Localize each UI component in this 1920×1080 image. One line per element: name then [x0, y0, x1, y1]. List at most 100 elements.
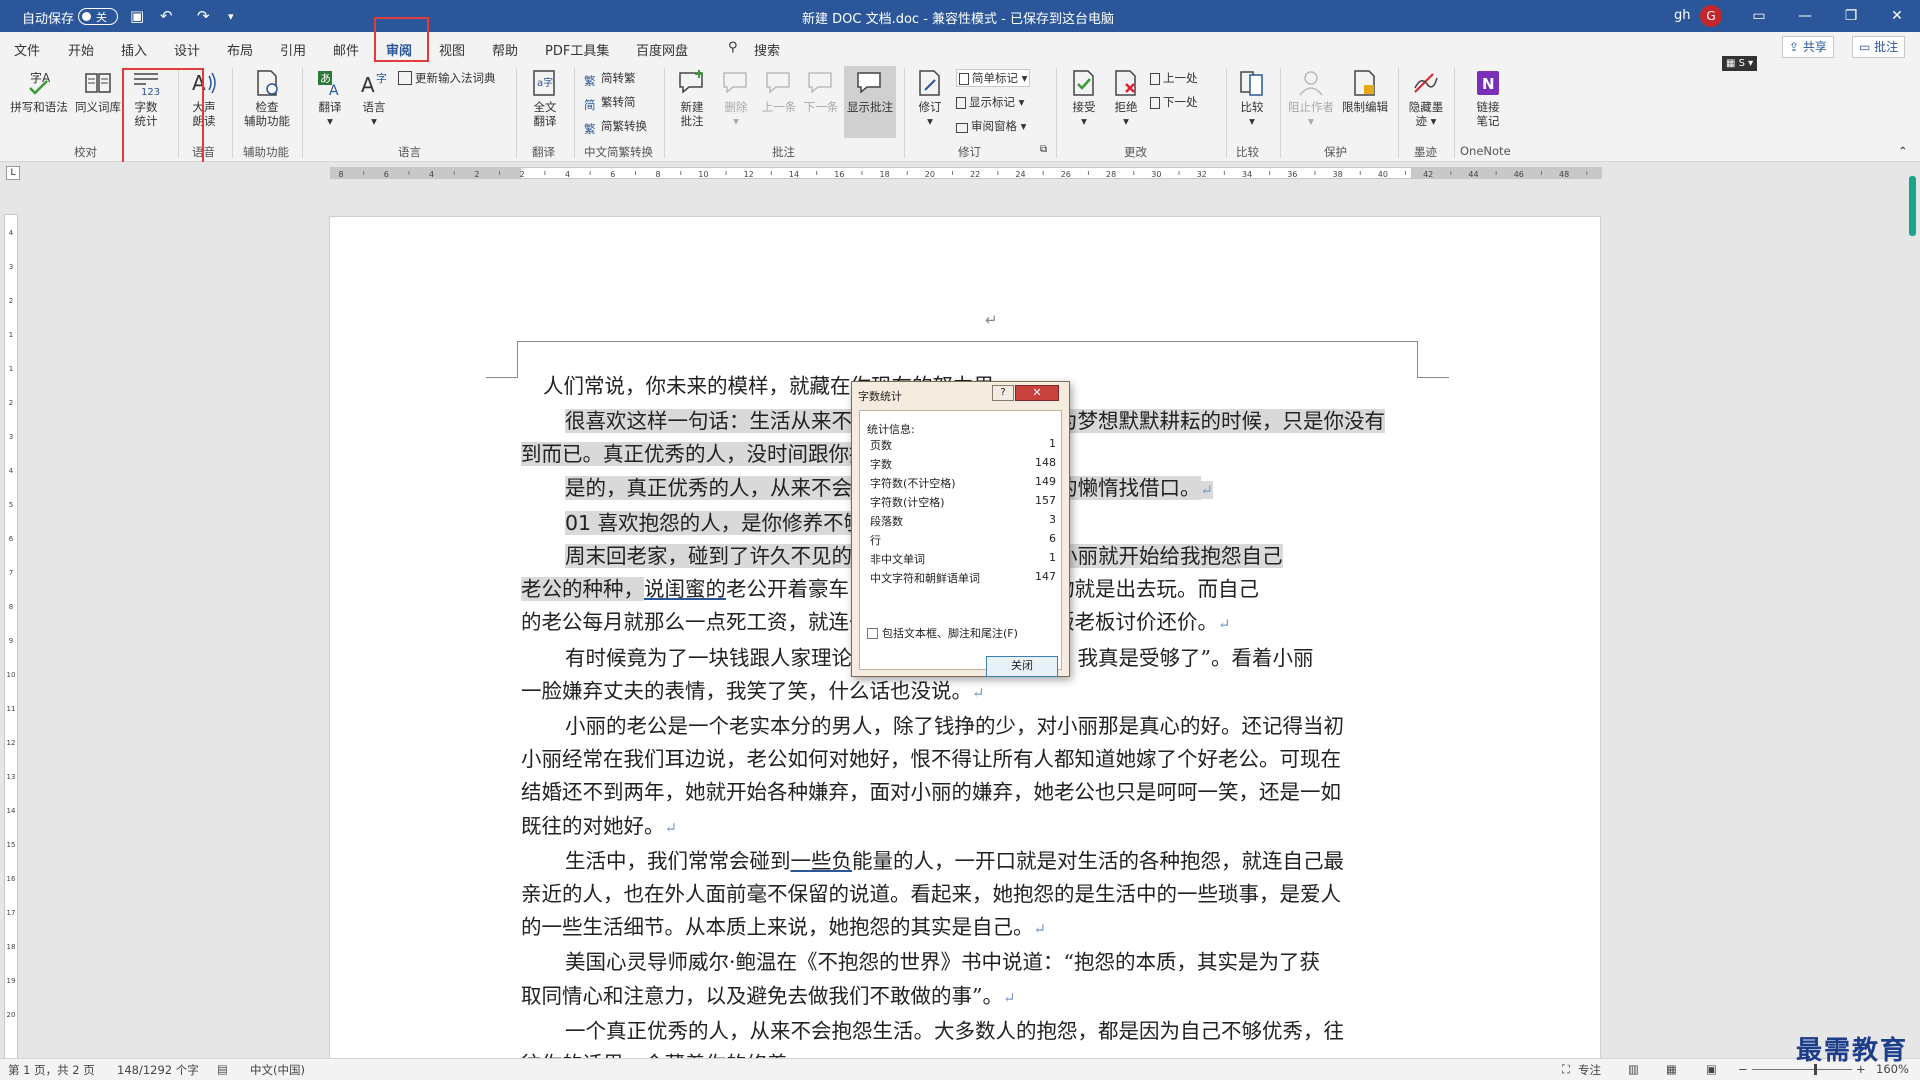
- tab-help[interactable]: 帮助: [492, 40, 518, 59]
- tab-design[interactable]: 设计: [174, 40, 200, 59]
- redo-icon[interactable]: ↷: [197, 7, 210, 25]
- avatar[interactable]: G: [1700, 5, 1722, 27]
- show-comments-button[interactable]: 显示批注: [844, 66, 896, 138]
- comments-label: 批注: [1874, 40, 1899, 54]
- compare-icon: [1240, 71, 1263, 96]
- tab-insert[interactable]: 插入: [121, 40, 147, 59]
- compare-button[interactable]: 比较 ▾: [1232, 68, 1272, 128]
- accept-icon: [1073, 70, 1094, 96]
- reject-button[interactable]: 拒绝 ▾: [1106, 68, 1146, 128]
- tab-file[interactable]: 文件: [14, 40, 40, 59]
- check-accessibility-button[interactable]: 检查 辅助功能: [238, 68, 296, 128]
- vertical-ruler-tick-label: 3: [9, 433, 13, 441]
- language-button[interactable]: A字 语言 ▾: [354, 68, 394, 128]
- previous-comment-button[interactable]: 上一条: [758, 68, 800, 114]
- comments-button[interactable]: ▭ 批注: [1852, 36, 1906, 58]
- hide-ink-button[interactable]: 隐藏墨 迹 ▾: [1404, 68, 1448, 128]
- linked-notes-button[interactable]: N 链接 笔记: [1466, 68, 1510, 128]
- save-icon[interactable]: ▣: [130, 7, 144, 25]
- group-onenote: OneNote: [1460, 144, 1511, 158]
- focus-icon[interactable]: ⛶: [1562, 1062, 1570, 1077]
- minimize-icon[interactable]: —: [1782, 0, 1828, 32]
- checkbox-box[interactable]: [867, 628, 878, 639]
- close-button[interactable]: 关闭: [986, 656, 1058, 677]
- vertical-ruler[interactable]: 4 3 2 1 1 2 3 4 5 6 7 8 9 10 11 12 13 14 15 16 17 18 19 20: [4, 214, 18, 1060]
- next-change-button[interactable]: 下一处: [1150, 94, 1198, 110]
- svg-text:a字: a字: [537, 76, 553, 89]
- close-window-icon[interactable]: ✕: [1874, 0, 1920, 32]
- vertical-scrollbar[interactable]: [1906, 176, 1920, 1058]
- customize-toolbar-icon[interactable]: ▾: [228, 10, 234, 23]
- ruler-tick-label: 40: [1378, 170, 1388, 178]
- horizontal-ruler[interactable]: L 8 6 4 2 2 4 6 8 10 12 14 16 18 20 22 24 26 28 30 32 34 36 38…: [0, 162, 1920, 184]
- group-separator: [232, 68, 233, 158]
- page-indicator[interactable]: 第 1 页，共 2 页: [8, 1062, 95, 1078]
- user-name[interactable]: gh: [1674, 8, 1691, 23]
- vertical-ruler-tick-label: 2: [9, 297, 13, 305]
- tracking-options-icon[interactable]: ⧉: [1040, 144, 1047, 155]
- help-button[interactable]: ?: [992, 385, 1014, 401]
- include-textboxes-checkbox[interactable]: 包括文本框、脚注和尾注(F): [867, 625, 1018, 641]
- ruler-tick-label: 44: [1468, 170, 1478, 178]
- focus-label[interactable]: 专注: [1578, 1062, 1601, 1078]
- stat-row: 非中文单词 1: [870, 551, 1056, 570]
- ribbon-display-icon[interactable]: ▭: [1736, 0, 1782, 32]
- search-label[interactable]: 搜索: [754, 40, 780, 59]
- translate-button[interactable]: あA 翻译 ▾: [310, 68, 350, 128]
- tab-layout[interactable]: 布局: [227, 40, 253, 59]
- to-traditional-button[interactable]: 繁简转繁: [584, 70, 636, 88]
- tab-pdf-tools[interactable]: PDF工具集: [545, 40, 609, 59]
- new-comment-button[interactable]: 新建 批注: [672, 68, 712, 128]
- ruler-tick-label: 32: [1197, 170, 1207, 178]
- scrollbar-thumb[interactable]: [1909, 176, 1916, 236]
- block-authors-button[interactable]: 阻止作者 ▾: [1284, 68, 1338, 128]
- ime-toolbar-icon[interactable]: ▦ S ▾: [1722, 56, 1758, 71]
- dialog-close-icon[interactable]: ✕: [1015, 385, 1059, 401]
- show-markup-label: 显示标记: [969, 95, 1015, 109]
- undo-icon[interactable]: ↶: [160, 7, 173, 25]
- read-mode-icon[interactable]: ▥: [1628, 1062, 1639, 1076]
- spelling-grammar-button[interactable]: 字A 拼写和语法: [8, 68, 70, 114]
- tab-view[interactable]: 视图: [439, 40, 465, 59]
- show-markup-button[interactable]: 显示标记 ▾: [956, 94, 1024, 110]
- delete-comment-button[interactable]: 删除 ▾: [716, 68, 756, 128]
- collapse-ribbon-icon[interactable]: ⌃: [1898, 144, 1908, 158]
- tab-baidu-netdisk[interactable]: 百度网盘: [636, 40, 688, 59]
- restrict-editing-button[interactable]: 限制编辑: [1338, 68, 1392, 114]
- word-count-indicator[interactable]: 148/1292 个字: [117, 1062, 199, 1078]
- to-simplified-button[interactable]: 简繁转简: [584, 94, 636, 112]
- delete-comment-label: 删除: [724, 100, 748, 114]
- web-layout-icon[interactable]: ▣: [1706, 1062, 1717, 1076]
- proofing-icon[interactable]: ▤: [217, 1062, 228, 1076]
- thesaurus-button[interactable]: 同义词库: [72, 68, 124, 114]
- review-pane-button[interactable]: 审阅窗格 ▾: [956, 118, 1026, 134]
- stat-row: 字符数(计空格) 157: [870, 494, 1056, 513]
- zoom-slider[interactable]: [1752, 1064, 1852, 1075]
- convert-chinese-button[interactable]: 繁简繁转换: [584, 118, 647, 136]
- accept-button[interactable]: 接受 ▾: [1064, 68, 1104, 128]
- tab-home[interactable]: 开始: [68, 40, 94, 59]
- paragraph: 生活中，我们常常会碰到一些负能量的人，一开口就是对生活的各种抱怨，就连自己最: [521, 845, 1411, 878]
- text-run: 的一些生活细节。从本质上来说，她抱怨的其实是自己。: [521, 915, 1034, 940]
- search-icon[interactable]: ⚲: [728, 40, 738, 55]
- next-comment-button[interactable]: 下一条: [800, 68, 842, 114]
- zoom-out-icon[interactable]: −: [1738, 1062, 1748, 1076]
- autosave-toggle[interactable]: 关: [78, 8, 118, 25]
- delete-comment-icon: [723, 72, 747, 94]
- tab-selector-icon[interactable]: L: [6, 166, 20, 180]
- share-label: 共享: [1802, 40, 1827, 54]
- share-button[interactable]: ⇪ 共享: [1782, 36, 1834, 58]
- tab-mailings[interactable]: 邮件: [333, 40, 359, 59]
- vertical-ruler-tick-label: 1: [9, 331, 13, 339]
- restore-icon[interactable]: ❐: [1828, 0, 1874, 32]
- print-layout-icon[interactable]: ▦: [1666, 1062, 1677, 1076]
- update-ime-button[interactable]: 更新输入法词典: [398, 70, 496, 86]
- paragraph-mark: ↵: [1002, 988, 1016, 1007]
- track-changes-button[interactable]: 修订 ▾: [910, 68, 950, 128]
- previous-change-button[interactable]: 上一处: [1150, 70, 1198, 86]
- full-text-translate-button[interactable]: a字 全文 翻译: [522, 68, 568, 128]
- paragraph: 的一些生活细节。从本质上来说，她抱怨的其实是自己。↵: [521, 911, 1411, 946]
- language-indicator[interactable]: 中文(中国): [250, 1062, 305, 1078]
- markup-select[interactable]: 简单标记 ▾: [956, 69, 1031, 87]
- tab-references[interactable]: 引用: [280, 40, 306, 59]
